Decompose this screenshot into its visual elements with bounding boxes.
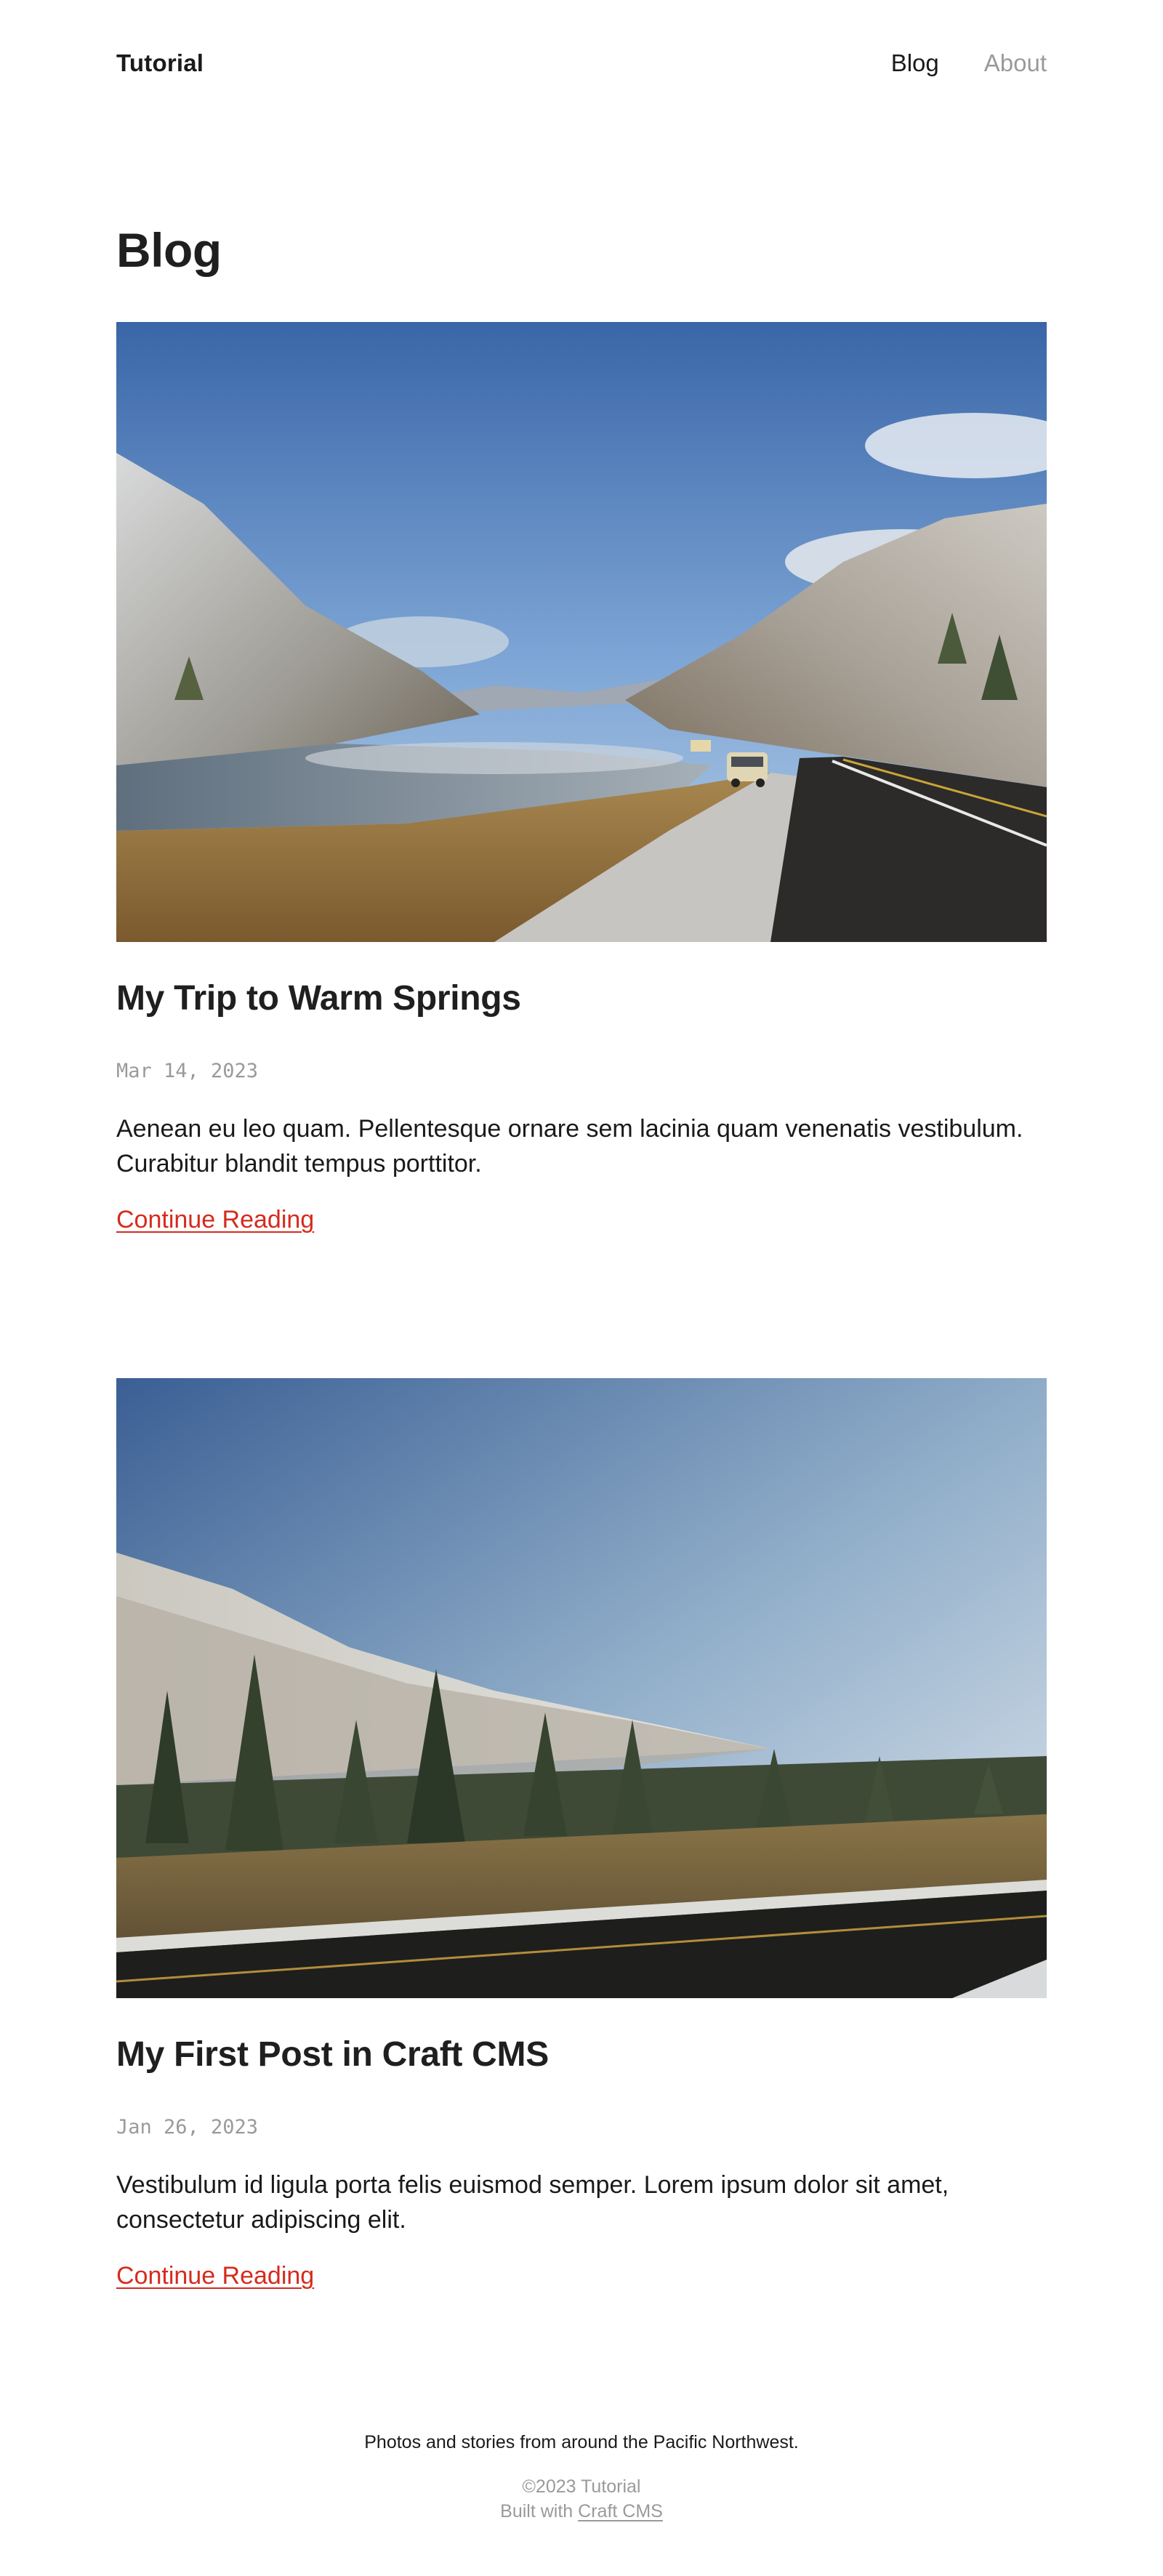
continue-reading-link[interactable]: Continue Reading [116, 2262, 314, 2290]
post-date: Mar 14, 2023 [116, 1060, 259, 1082]
continue-reading-link[interactable]: Continue Reading [116, 1206, 314, 1234]
post-date: Jan 26, 2023 [116, 2116, 259, 2138]
post-title-link[interactable]: My Trip to Warm Springs [116, 979, 521, 1018]
footer-meta: ©2023 Tutorial Built with Craft CMS [0, 2474, 1163, 2524]
page-title: Blog [116, 223, 222, 277]
post-card: My Trip to Warm Springs Mar 14, 2023 Aen… [116, 322, 1047, 1233]
footer-copyright: ©2023 Tutorial [522, 2476, 641, 2497]
post-card: My First Post in Craft CMS Jan 26, 2023 … [116, 1378, 1047, 2290]
post-excerpt: Vestibulum id ligula porta felis euismod… [116, 2171, 949, 2234]
post-excerpt: Aenean eu leo quam. Pellentesque ornare … [116, 1115, 1023, 1178]
nav-item-blog[interactable]: Blog [891, 49, 939, 77]
post-image-link[interactable] [116, 322, 1047, 942]
craft-cms-link[interactable]: Craft CMS [578, 2501, 663, 2521]
site-footer: Photos and stories from around the Pacif… [0, 2432, 1163, 2524]
footer-built-with: Built with Craft CMS [0, 2499, 1163, 2524]
post-title: My First Post in Craft CMS [116, 2034, 549, 2074]
post-image-link[interactable] [116, 1378, 1047, 1998]
footer-built-with-prefix: Built with [500, 2501, 574, 2521]
site-title-link[interactable]: Tutorial [116, 49, 204, 77]
main-nav: Blog About [891, 49, 1047, 77]
post-title-link[interactable]: My First Post in Craft CMS [116, 2035, 549, 2074]
post-image-first-post [116, 1378, 1047, 1998]
footer-tagline: Photos and stories from around the Pacif… [364, 2432, 799, 2452]
nav-item-about[interactable]: About [984, 49, 1047, 77]
site-header: Tutorial Blog About [116, 45, 1047, 81]
post-title: My Trip to Warm Springs [116, 978, 521, 1018]
post-image-warm-springs [116, 322, 1047, 942]
